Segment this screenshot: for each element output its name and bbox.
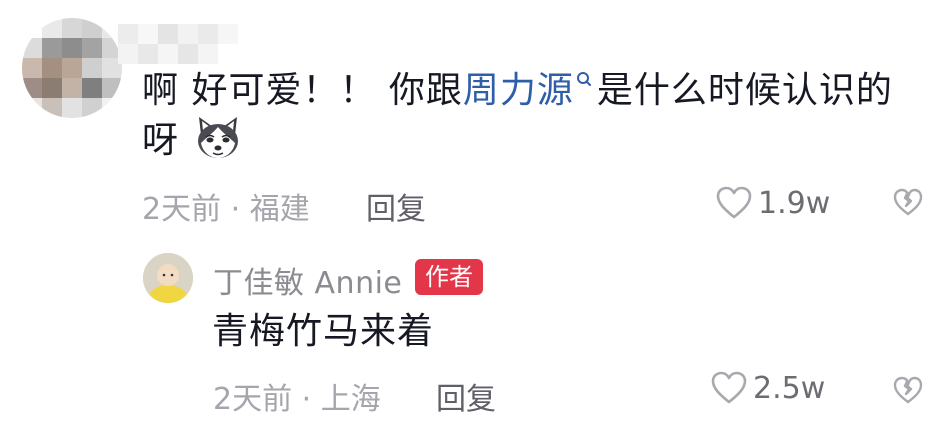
pixel-block [42, 58, 62, 78]
pixel-block [178, 44, 198, 64]
broken-heart-icon[interactable] [893, 375, 923, 405]
pixel-block [22, 18, 42, 38]
pixel-block [102, 78, 122, 98]
pixel-block [118, 44, 138, 64]
reply-reply-button[interactable]: 回复 [436, 374, 496, 418]
separator-dot: · [301, 382, 321, 417]
pixel-block [238, 44, 258, 64]
reply-author-avatar[interactable] [143, 253, 193, 303]
reply-text: 青梅竹马来着 [212, 311, 435, 352]
avatar-illustration [143, 253, 193, 303]
comment-location: 福建 [249, 192, 310, 227]
pixel-block [118, 24, 138, 44]
pixel-block [138, 24, 158, 44]
commenter-avatar[interactable] [22, 18, 122, 118]
reply-like-count: 2.5w [753, 371, 826, 406]
pixel-block [42, 98, 62, 118]
heart-icon[interactable] [711, 371, 747, 405]
reply-time: 2天前 [213, 382, 293, 417]
pixel-block [82, 58, 102, 78]
comment-text-part1: 啊 好可爱！！ 你跟 [142, 70, 463, 111]
pixel-block [138, 44, 158, 64]
pixel-block [82, 78, 102, 98]
pixel-block [198, 24, 218, 44]
comment-text: 啊 好可爱！！ 你跟周力源 是什么时候认识的 呀 [142, 66, 922, 167]
pixel-block [62, 98, 82, 118]
pixel-block [82, 98, 102, 118]
comment-mention-link[interactable]: 周力源 [463, 70, 574, 111]
pixel-block [42, 18, 62, 38]
husky-emoji-icon [198, 117, 239, 158]
pixel-block [178, 24, 198, 44]
comment-time: 2天前 [142, 192, 222, 227]
pixel-block [22, 58, 42, 78]
pixel-block [158, 44, 178, 64]
comment-time-location: 2天前 · 福建 [142, 184, 310, 228]
separator-dot: · [230, 192, 250, 227]
pixel-block [22, 38, 42, 58]
pixel-block [62, 18, 82, 38]
heart-icon[interactable] [716, 186, 752, 220]
reply-location: 上海 [320, 382, 381, 417]
comment-like-count: 1.9w [758, 186, 831, 221]
author-badge: 作者 [415, 259, 483, 295]
pixel-block [218, 44, 238, 64]
reply-time-location: 2天前 · 上海 [213, 374, 381, 418]
reply-button[interactable]: 回复 [366, 184, 426, 228]
pixel-block [102, 98, 122, 118]
pixel-block [22, 78, 42, 98]
broken-heart-icon[interactable] [893, 187, 923, 217]
pixel-block [82, 18, 102, 38]
pixel-block [62, 78, 82, 98]
pixel-block [62, 58, 82, 78]
comment-text-part3: 呀 [142, 120, 180, 161]
pixel-block [238, 24, 258, 44]
commenter-name-obscured[interactable] [118, 20, 258, 66]
pixel-block [62, 38, 82, 58]
reply-author-name[interactable]: 丁佳敏 Annie [213, 258, 402, 302]
pixel-block [42, 38, 62, 58]
comment-text-part2: 是什么时候认识的 [596, 70, 893, 111]
pixel-block [22, 98, 42, 118]
pixel-block [218, 24, 238, 44]
pixel-block [82, 38, 102, 58]
pixel-block [198, 44, 218, 64]
pixel-block [42, 78, 62, 98]
pixel-block [158, 24, 178, 44]
search-icon[interactable] [575, 70, 593, 94]
